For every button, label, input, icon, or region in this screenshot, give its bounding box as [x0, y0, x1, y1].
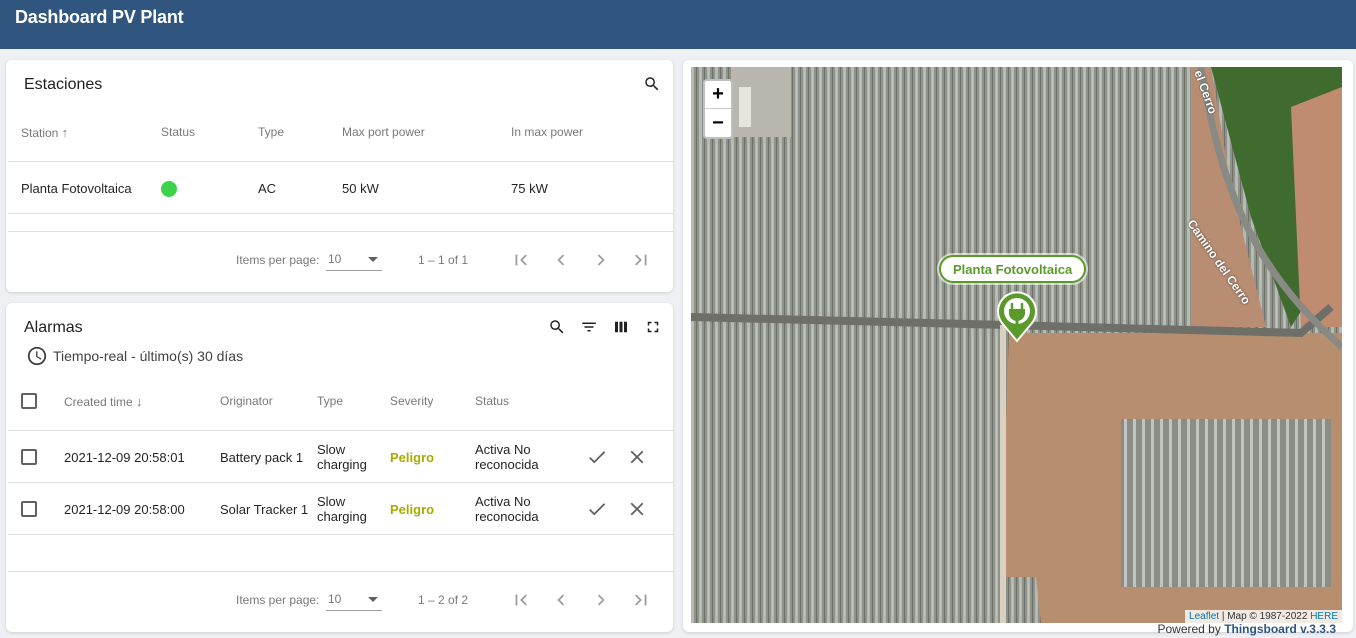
column-header-originator[interactable]: Originator — [220, 394, 273, 408]
map-imagery — [691, 67, 1342, 623]
zoom-in-button[interactable]: + — [705, 81, 731, 109]
alarm-type: Slow charging — [317, 494, 367, 524]
next-page-icon[interactable] — [590, 589, 612, 611]
dropdown-arrow-icon — [368, 257, 378, 262]
alarms-card: Alarmas Tiempo-real - último(s) 30 días … — [6, 303, 673, 632]
clear-icon[interactable] — [626, 498, 648, 520]
alarm-severity: Peligro — [390, 450, 435, 465]
clear-icon[interactable] — [626, 446, 648, 468]
dropdown-arrow-icon — [368, 597, 378, 602]
here-link[interactable]: HERE — [1310, 611, 1338, 622]
stations-title: Estaciones — [24, 76, 103, 93]
clock-icon — [27, 346, 47, 366]
top-bar: Dashboard PV Plant — [0, 0, 1356, 49]
row-checkbox[interactable] — [21, 449, 37, 465]
search-icon[interactable] — [642, 74, 662, 94]
alarm-originator: Solar Tracker 1 — [220, 502, 309, 517]
next-page-icon[interactable] — [590, 249, 612, 271]
page-range: 1 – 1 of 1 — [418, 253, 469, 267]
sort-arrow-down-icon: ↓ — [136, 394, 143, 409]
divider — [8, 161, 673, 162]
previous-page-icon[interactable] — [550, 589, 572, 611]
sort-arrow-up-icon: ↑ — [61, 125, 69, 140]
dashboard-title: Dashboard PV Plant — [15, 7, 184, 27]
page-size-select[interactable]: 10 — [326, 249, 382, 271]
leaflet-link[interactable]: Leaflet — [1189, 611, 1219, 622]
alarms-title: Alarmas — [24, 319, 83, 336]
columns-icon[interactable] — [611, 317, 631, 337]
filter-icon[interactable] — [579, 317, 599, 337]
timewindow-label: Tiempo-real - último(s) 30 días — [53, 348, 244, 364]
first-page-icon[interactable] — [510, 249, 532, 271]
alarm-severity: Peligro — [390, 502, 435, 517]
items-per-page-label: Items per page: — [236, 253, 320, 267]
page-size-select[interactable]: 10 — [326, 589, 382, 611]
page-range: 1 – 2 of 2 — [418, 593, 469, 607]
alarm-originator: Battery pack 1 — [220, 450, 304, 465]
satellite-map[interactable]: el Cerro Camino del Cerro + − Planta Fot… — [691, 67, 1342, 623]
alarm-status: Activa No reconocida — [475, 494, 539, 524]
timewindow[interactable]: Tiempo-real - último(s) 30 días — [26, 345, 243, 367]
thingsboard-link[interactable]: Thingsboard v.3.3.3 — [1224, 622, 1336, 636]
items-per-page-label: Items per page: — [236, 593, 320, 607]
zoom-out-button[interactable]: − — [705, 109, 731, 137]
alarm-status: Activa No reconocida — [475, 442, 539, 472]
column-header-max-port-power[interactable]: Max port power — [342, 125, 425, 139]
divider — [8, 213, 673, 214]
stations-card: Estaciones Station ↑ Status Type Max por… — [6, 60, 673, 292]
station-type: AC — [258, 181, 277, 196]
previous-page-icon[interactable] — [550, 249, 572, 271]
divider — [8, 482, 673, 483]
station-name: Planta Fotovoltaica — [21, 181, 132, 196]
divider — [8, 430, 673, 431]
status-dot — [161, 181, 177, 197]
alarm-type: Slow charging — [317, 442, 367, 472]
search-icon[interactable] — [547, 317, 567, 337]
column-header-station[interactable]: Station ↑ — [21, 125, 68, 140]
divider — [8, 231, 673, 232]
column-header-status[interactable]: Status — [161, 125, 195, 139]
divider — [8, 534, 673, 535]
column-header-in-max-power[interactable]: In max power — [511, 125, 583, 139]
select-all-checkbox[interactable] — [21, 393, 37, 409]
column-header-status[interactable]: Status — [475, 394, 509, 408]
in-max-power: 75 kW — [511, 181, 548, 196]
last-page-icon[interactable] — [630, 589, 652, 611]
acknowledge-icon[interactable] — [586, 498, 608, 520]
first-page-icon[interactable] — [510, 589, 532, 611]
marker-label[interactable]: Planta Fotovoltaica — [939, 255, 1087, 283]
powered-by: Powered by Thingsboard v.3.3.3 — [1157, 622, 1336, 636]
fullscreen-icon[interactable] — [643, 317, 663, 337]
column-header-type[interactable]: Type — [258, 125, 284, 139]
row-checkbox[interactable] — [21, 501, 37, 517]
acknowledge-icon[interactable] — [586, 446, 608, 468]
plug-marker-icon[interactable] — [996, 291, 1038, 343]
max-port-power: 50 kW — [342, 181, 379, 196]
zoom-control: + − — [703, 79, 733, 139]
column-header-severity[interactable]: Severity — [390, 394, 433, 408]
alarm-created-time: 2021-12-09 20:58:01 — [64, 450, 185, 465]
column-header-created-time[interactable]: Created time ↓ — [64, 394, 143, 409]
alarm-created-time: 2021-12-09 20:58:00 — [64, 502, 185, 517]
column-header-type[interactable]: Type — [317, 394, 343, 408]
last-page-icon[interactable] — [630, 249, 652, 271]
divider — [8, 571, 673, 572]
